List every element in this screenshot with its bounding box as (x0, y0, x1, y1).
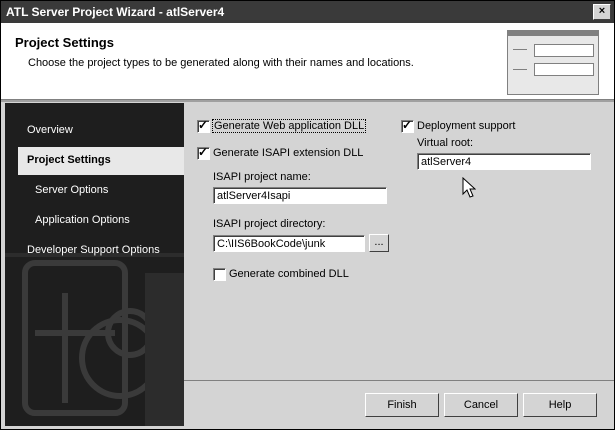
check-icon: ✓ (402, 118, 413, 132)
sidebar-item-label: Project Settings (27, 154, 111, 166)
header-divider (1, 100, 614, 102)
page-subtitle: Choose the project types to be generated… (28, 57, 414, 69)
generate-isapi-dll-checkbox[interactable]: ✓ (197, 145, 210, 160)
isapi-dir-label: ISAPI project directory: (213, 218, 326, 230)
isapi-name-input[interactable]: atlServer4Isapi (213, 187, 387, 204)
check-icon: ✓ (198, 118, 209, 132)
page-header: Project Settings Choose the project type… (1, 23, 614, 100)
close-button[interactable]: × (593, 4, 611, 20)
button-bar-divider (184, 380, 614, 381)
mouse-cursor-icon (462, 177, 476, 198)
settings-panel: ✓ Generate Web application DLL ✓ Generat… (184, 103, 614, 380)
check-icon: ✓ (198, 145, 209, 159)
virtual-root-label: Virtual root: (417, 137, 474, 149)
virtual-root-input[interactable]: atlServer4 (417, 153, 591, 170)
wizard-window: ATL Server Project Wizard - atlServer4 ×… (0, 0, 615, 430)
help-button[interactable]: Help (523, 393, 597, 417)
sidebar-item-developer-support-options[interactable]: Developer Support Options (27, 244, 160, 256)
sidebar: Overview Project Settings Server Options… (5, 103, 184, 426)
sidebar-item-project-settings[interactable]: Project Settings (18, 147, 184, 175)
sidebar-item-server-options[interactable]: Server Options (35, 184, 108, 196)
cancel-button[interactable]: Cancel (444, 393, 518, 417)
deployment-support-label: Deployment support (417, 120, 516, 132)
window-title: ATL Server Project Wizard - atlServer4 (6, 5, 225, 19)
generate-combined-checkbox[interactable] (213, 268, 226, 281)
browse-button[interactable]: ... (369, 234, 389, 252)
generate-web-dll-checkbox[interactable]: ✓ (197, 118, 210, 133)
finish-button[interactable]: Finish (365, 393, 439, 417)
page-title: Project Settings (15, 35, 114, 50)
generate-web-dll-label: Generate Web application DLL (212, 119, 367, 133)
title-bar[interactable]: ATL Server Project Wizard - atlServer4 × (1, 1, 614, 23)
sidebar-item-application-options[interactable]: Application Options (35, 214, 130, 226)
generate-combined-label: Generate combined DLL (229, 268, 349, 280)
isapi-name-label: ISAPI project name: (213, 171, 311, 183)
wizard-graphic-icon (507, 30, 599, 95)
generate-isapi-dll-label: Generate ISAPI extension DLL (213, 147, 364, 159)
deployment-support-checkbox[interactable]: ✓ (401, 118, 414, 133)
isapi-dir-input[interactable]: C:\IIS6BookCode\junk (213, 235, 365, 252)
sidebar-item-overview[interactable]: Overview (27, 124, 73, 136)
